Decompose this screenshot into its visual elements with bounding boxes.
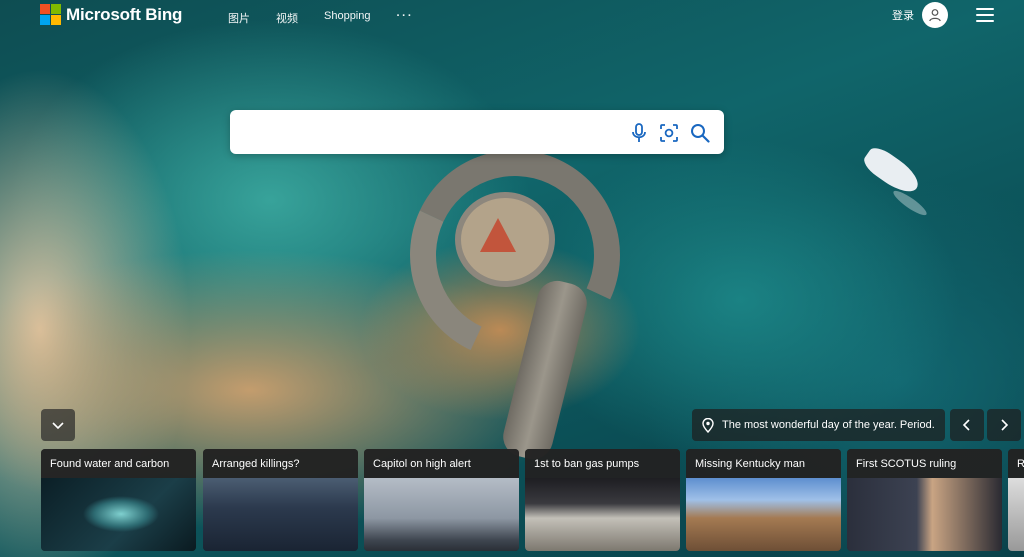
hamburger-bar [976,8,994,10]
location-pin-icon [702,417,714,433]
news-card[interactable]: Found water and carbon [41,449,196,551]
news-card-thumbnail[interactable] [364,478,519,551]
news-card[interactable]: Capitol on high alert [364,449,519,551]
collapse-button[interactable] [41,409,75,441]
spiral-breakwater [380,120,650,390]
news-card-title[interactable]: Missing Kentucky man [686,449,841,478]
nav-more[interactable]: ··· [397,10,414,26]
nav-shopping[interactable]: Shopping [324,10,371,26]
avatar[interactable] [922,2,948,28]
news-card[interactable]: 1st to ban gas pumps [525,449,680,551]
microphone-icon [632,123,646,142]
search-box [230,110,724,154]
brand-name: Microsoft Bing [66,4,183,24]
news-card[interactable]: First SCOTUS ruling [847,449,1002,551]
hamburger-bar [976,20,994,22]
bing-logo[interactable]: Microsoft Bing [40,4,182,25]
next-image-button[interactable] [987,409,1021,441]
signin-label[interactable]: 登录 [892,7,914,23]
chevron-down-icon [52,422,64,430]
boat [859,143,925,199]
news-card-title[interactable]: R [1008,449,1024,478]
pier-tail [498,276,592,464]
news-card-thumbnail[interactable] [686,478,841,551]
news-card-thumbnail[interactable] [203,478,358,551]
image-info-bar[interactable]: The most wonderful day of the year. Peri… [692,409,945,441]
news-card[interactable]: Missing Kentucky man [686,449,841,551]
signin[interactable]: 登录 [892,2,948,28]
news-carousel: Found water and carbon Arranged killings… [41,449,1024,557]
visual-search-button[interactable] [657,121,681,145]
news-card-title[interactable]: Found water and carbon [41,449,196,478]
voice-search-button[interactable] [627,121,651,145]
visual-search-icon [660,124,678,142]
news-card-title[interactable]: Arranged killings? [203,449,358,478]
chevron-right-icon [1001,419,1009,431]
top-nav: 图片 视频 Shopping ··· [228,10,414,26]
news-card-title[interactable]: 1st to ban gas pumps [525,449,680,478]
logo-red-square [40,4,50,14]
previous-image-button[interactable] [950,409,984,441]
boat-wake [890,187,930,219]
logo-blue-square [40,15,50,25]
news-card[interactable]: R [1008,449,1024,551]
news-card-thumbnail[interactable] [847,478,1002,551]
image-caption[interactable]: The most wonderful day of the year. Peri… [722,419,935,431]
nav-images[interactable]: 图片 [228,10,250,26]
news-card-title[interactable]: Capitol on high alert [364,449,519,478]
header: Microsoft Bing 图片 视频 Shopping ··· 登录 [0,0,1024,32]
hamburger-bar [976,14,994,16]
news-card-thumbnail[interactable] [525,478,680,551]
news-card-title[interactable]: First SCOTUS ruling [847,449,1002,478]
chevron-left-icon [962,419,970,431]
nav-videos[interactable]: 视频 [276,10,298,26]
news-card-thumbnail[interactable] [41,478,196,551]
tower-roof [480,218,516,252]
news-card-thumbnail[interactable] [1008,478,1024,551]
microsoft-logo-icon [40,4,61,25]
logo-green-square [51,4,61,14]
news-card[interactable]: Arranged killings? [203,449,358,551]
person-icon [929,9,941,22]
breakwater-center [455,192,555,287]
search-icon [691,124,710,143]
hamburger-menu-icon[interactable] [976,8,994,22]
search-input[interactable] [244,118,624,146]
logo-yellow-square [51,15,61,25]
search-button[interactable] [688,121,712,145]
